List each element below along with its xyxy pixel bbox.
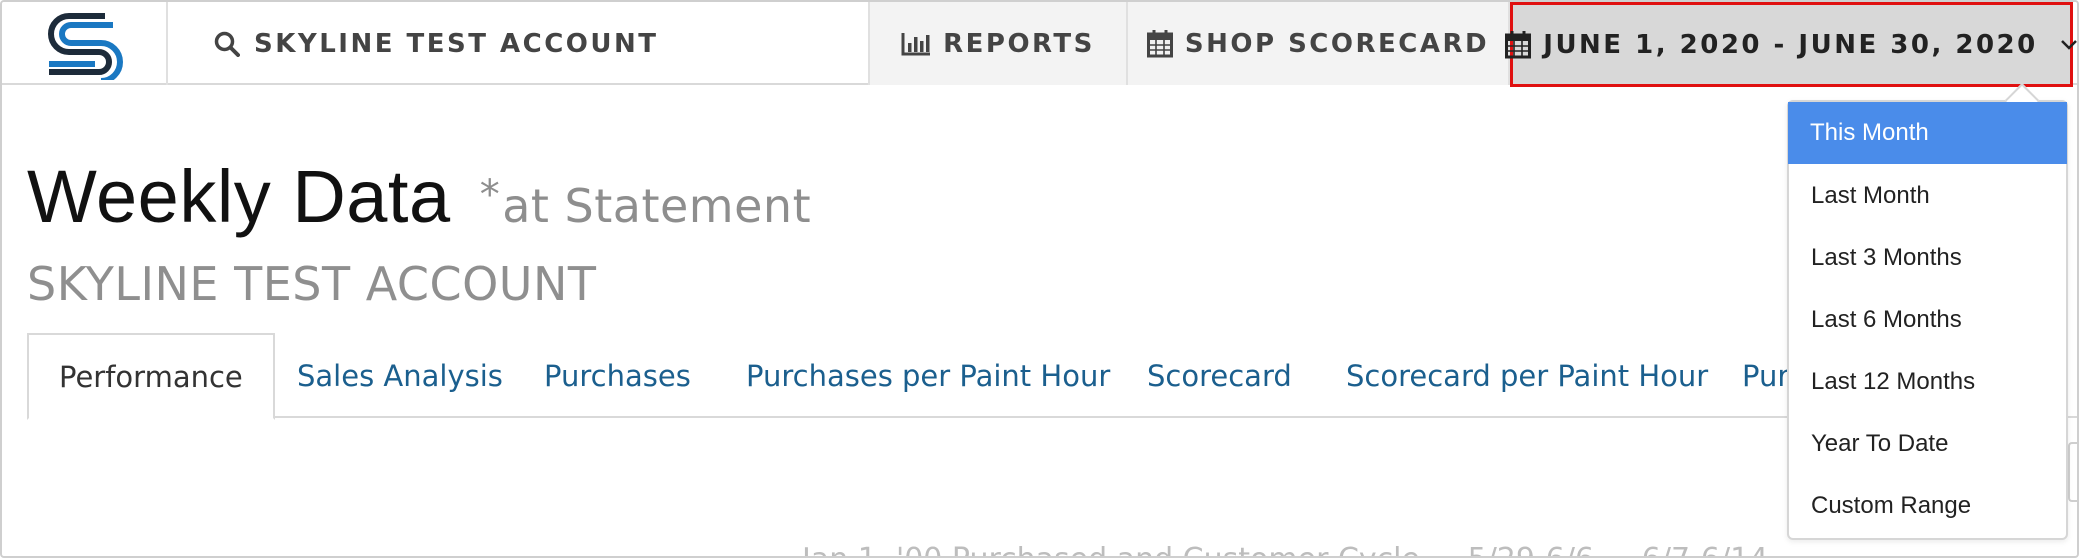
tab-performance[interactable]: Performance — [27, 333, 275, 420]
date-range-picker[interactable]: JUNE 1, 2020 - JUNE 30, 2020 — [1505, 2, 2077, 87]
tab-scorecard-per-paint-hour[interactable]: Scorecard per Paint Hour — [1346, 333, 1708, 418]
partial-control-edge[interactable] — [2068, 442, 2077, 502]
range-option-last-12-months[interactable]: Last 12 Months — [1789, 351, 2066, 413]
reports-menu-button[interactable]: REPORTS — [868, 2, 1128, 85]
range-option-this-month[interactable]: This Month — [1788, 102, 2067, 164]
tab-purchases[interactable]: Purchases — [544, 333, 691, 418]
page-title-text: Weekly Data — [27, 155, 451, 238]
app-frame: SKYLINE TEST ACCOUNT REPORTS SHOP SCOREC… — [0, 0, 2079, 558]
title-note-text: at Statement — [502, 179, 812, 233]
logo[interactable] — [2, 2, 168, 85]
calendar-icon — [1505, 30, 1532, 59]
top-navbar: SKYLINE TEST ACCOUNT REPORTS SHOP SCOREC… — [2, 2, 2077, 87]
range-option-last-3-months[interactable]: Last 3 Months — [1789, 227, 2066, 289]
date-range-label: JUNE 1, 2020 - JUNE 30, 2020 — [1543, 29, 2038, 60]
date-range-dropdown: This Month Last Month Last 3 Months Last… — [1787, 83, 2068, 540]
chevron-down-icon — [2060, 39, 2077, 51]
range-option-last-month[interactable]: Last Month — [1789, 165, 2066, 227]
report-tabs: Performance Sales Analysis Purchases Pur… — [27, 333, 2077, 420]
search-icon — [214, 31, 240, 57]
tab-purchases-per-paint-hour[interactable]: Purchases per Paint Hour — [746, 333, 1110, 418]
title-note-star: * — [479, 172, 501, 218]
tab-scorecard[interactable]: Scorecard — [1147, 333, 1292, 418]
range-option-last-6-months[interactable]: Last 6 Months — [1789, 289, 2066, 351]
skyline-logo-icon — [48, 12, 123, 80]
calendar-icon — [1146, 29, 1173, 58]
tab-sales-analysis[interactable]: Sales Analysis — [297, 333, 503, 418]
table-header-partial: Jan 1, '00 Purchased and Customer Cycle … — [802, 542, 1806, 556]
account-selector-label: SKYLINE TEST ACCOUNT — [254, 28, 659, 59]
page-title: Weekly Data *at Statement — [27, 154, 811, 239]
account-selector[interactable]: SKYLINE TEST ACCOUNT — [168, 2, 868, 85]
reports-label: REPORTS — [943, 28, 1095, 59]
account-name-heading: SKYLINE TEST ACCOUNT — [27, 257, 597, 311]
shop-scorecard-label: SHOP SCORECARD — [1184, 28, 1490, 59]
range-option-year-to-date[interactable]: Year To Date — [1789, 413, 2066, 475]
range-option-custom-range[interactable]: Custom Range — [1789, 475, 2066, 537]
bar-chart-icon — [901, 32, 931, 56]
shop-scorecard-button[interactable]: SHOP SCORECARD — [1128, 2, 1510, 85]
page-title-note: *at Statement — [480, 172, 812, 233]
tab-purchases-more[interactable]: Pur — [1742, 333, 1789, 418]
